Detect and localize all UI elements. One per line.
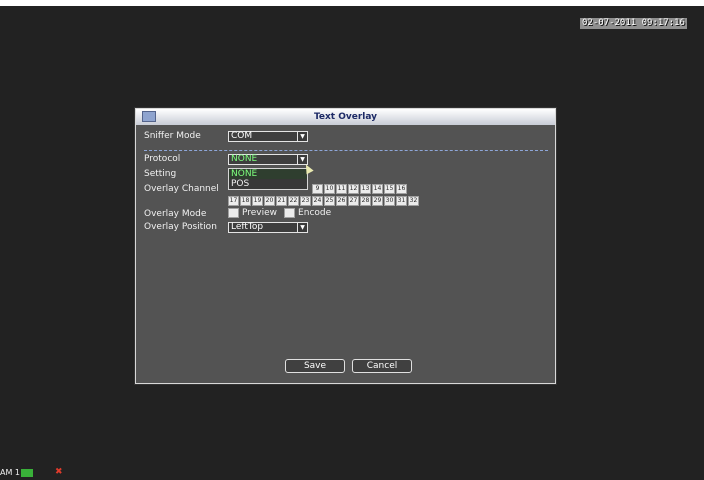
channel-checkbox[interactable]: 9	[312, 184, 323, 194]
alarm-icon: ✖	[55, 467, 63, 477]
channel-checkbox[interactable]: 16	[396, 184, 407, 194]
encode-checkbox[interactable]	[284, 208, 296, 218]
setting-label: Setting	[144, 169, 177, 179]
encode-label: Encode	[298, 208, 332, 218]
channel-row: 17 18 19 20 21 22 23 24 25 26 27 28 29 3…	[228, 196, 453, 206]
save-button[interactable]: Save	[285, 359, 345, 373]
overlay-position-value: LeftTop	[231, 222, 264, 232]
protocol-option[interactable]: NONE	[229, 169, 307, 179]
sniffer-mode-value: COM	[231, 131, 253, 141]
channel-checkbox[interactable]: 18	[240, 196, 251, 206]
channel-checkbox[interactable]: 24	[312, 196, 323, 206]
channel-checkbox[interactable]: 27	[348, 196, 359, 206]
chevron-down-icon[interactable]: ▼	[297, 132, 307, 141]
channel-checkbox[interactable]: 12	[348, 184, 359, 194]
overlay-mode-label: Overlay Mode	[144, 209, 207, 219]
chevron-down-icon[interactable]: ▼	[297, 155, 307, 164]
channel-checkbox[interactable]: 22	[288, 196, 299, 206]
protocol-select[interactable]: NONE ▼	[228, 154, 308, 165]
dialog-titlebar: Text Overlay	[136, 109, 555, 125]
channel-status: AM 1	[0, 468, 34, 477]
channel-checkbox[interactable]: 30	[384, 196, 395, 206]
chevron-down-icon[interactable]: ▼	[297, 223, 307, 232]
text-overlay-dialog: Text Overlay Sniffer Mode COM ▼ Protocol…	[135, 108, 556, 384]
channel-checkbox[interactable]: 15	[384, 184, 395, 194]
channel-checkbox[interactable]: 10	[324, 184, 335, 194]
channel-checkbox[interactable]: 31	[396, 196, 407, 206]
channel-checkbox[interactable]: 11	[336, 184, 347, 194]
channel-checkbox[interactable]: 32	[408, 196, 419, 206]
window-icon	[142, 111, 156, 122]
channel-checkbox[interactable]: 23	[300, 196, 311, 206]
channel-label: AM 1	[0, 468, 21, 477]
preview-checkbox[interactable]	[228, 208, 239, 218]
protocol-dropdown-list: NONE POS	[228, 168, 308, 190]
sniffer-mode-label: Sniffer Mode	[144, 131, 201, 141]
overlay-position-select[interactable]: LeftTop ▼	[228, 222, 308, 233]
section-divider	[144, 150, 548, 151]
channel-checkbox[interactable]: 20	[264, 196, 275, 206]
channel-checkbox[interactable]: 28	[360, 196, 371, 206]
protocol-value: NONE	[231, 154, 258, 164]
channel-checkbox[interactable]: 19	[252, 196, 263, 206]
overlay-channel-label: Overlay Channel	[144, 184, 219, 194]
sniffer-mode-select[interactable]: COM ▼	[228, 131, 308, 142]
cancel-button[interactable]: Cancel	[352, 359, 412, 373]
protocol-option[interactable]: POS	[229, 179, 307, 189]
overlay-mode-options: Preview Encode	[228, 208, 331, 218]
overlay-position-label: Overlay Position	[144, 222, 217, 232]
channel-checkbox[interactable]: 14	[372, 184, 383, 194]
channel-checkbox[interactable]: 21	[276, 196, 287, 206]
channel-checkbox[interactable]: 13	[360, 184, 371, 194]
channel-checkbox[interactable]: 25	[324, 196, 335, 206]
top-border	[0, 0, 704, 6]
dialog-title: Text Overlay	[313, 112, 378, 122]
datetime-display: 02-07-2011 09:17:16	[580, 18, 687, 29]
preview-label: Preview	[242, 208, 278, 218]
channel-checkbox[interactable]: 26	[336, 196, 347, 206]
protocol-label: Protocol	[144, 154, 181, 164]
record-indicator-icon	[21, 468, 34, 477]
channel-checkbox[interactable]: 29	[372, 196, 383, 206]
channel-checkbox[interactable]: 17	[228, 196, 239, 206]
